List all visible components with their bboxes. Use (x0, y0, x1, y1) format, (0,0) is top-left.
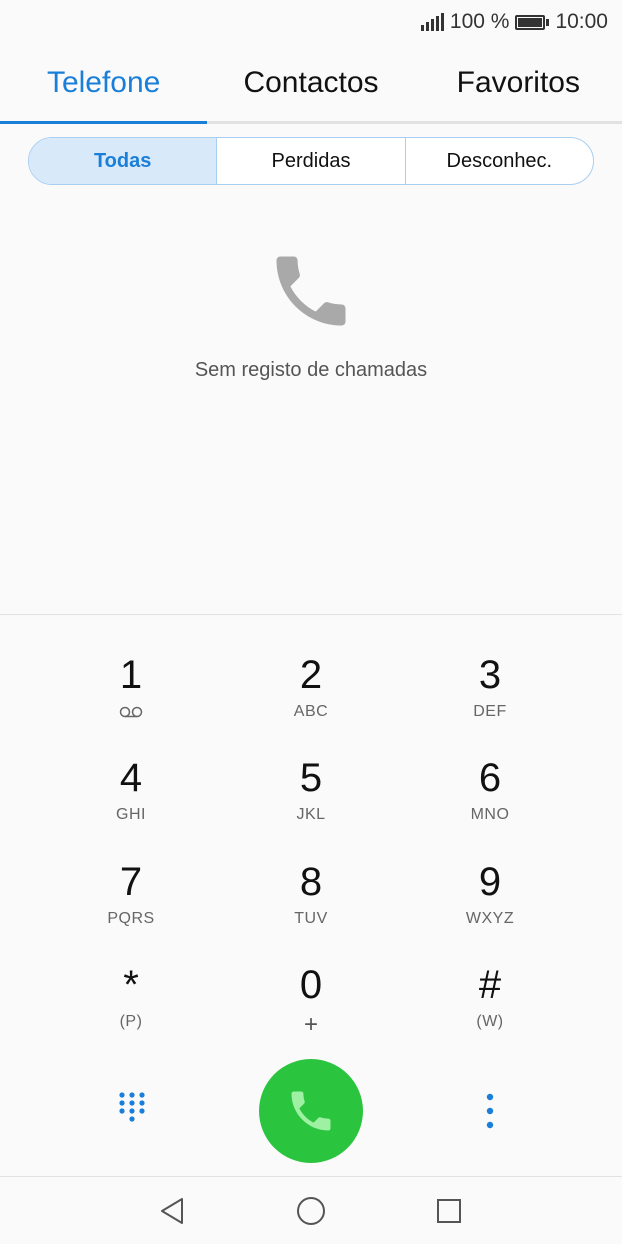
key-9[interactable]: 9 WXYZ (400, 856, 580, 952)
key-digit: # (478, 963, 502, 1007)
key-letters: DEF (473, 703, 507, 720)
call-log-filter: Todas Perdidas Desconhec. (28, 137, 594, 185)
key-letters: (P) (119, 1013, 143, 1030)
key-letters: GHI (116, 806, 146, 823)
key-8[interactable]: 8 TUV (221, 856, 401, 952)
battery-percentage: 100 % (449, 10, 510, 33)
clock: 10:00 (555, 10, 608, 33)
key-6[interactable]: 6 MNO (400, 752, 580, 848)
key-hash[interactable]: # (W) (400, 959, 580, 1055)
key-5[interactable]: 5 JKL (221, 752, 401, 848)
key-letters: WXYZ (465, 910, 515, 927)
key-1[interactable]: 1 (41, 649, 221, 745)
filter-perdidas[interactable]: Perdidas (216, 138, 404, 184)
phone-handset-icon (276, 256, 346, 326)
key-digit: 2 (299, 653, 323, 697)
nav-home-button[interactable] (289, 1191, 333, 1231)
key-digit: * (123, 963, 139, 1007)
more-vertical-icon (486, 1093, 494, 1129)
call-icon (291, 1091, 331, 1131)
key-digit: 4 (119, 756, 143, 800)
key-digit: 7 (119, 860, 143, 904)
filter-desconhecidas[interactable]: Desconhec. (404, 138, 593, 184)
tab-contactos[interactable]: Contactos (207, 44, 414, 121)
key-digit: 8 (299, 860, 323, 904)
empty-call-log: Sem registo de chamadas (0, 245, 622, 382)
system-nav-bar (0, 1176, 622, 1244)
key-digit: 0 (299, 963, 323, 1007)
key-digit: 5 (299, 756, 323, 800)
empty-message: Sem registo de chamadas (194, 359, 428, 381)
dial-keypad: 1 2 ABC 3 DEF 4 GHI 5 JKL 6 MNO 7 PQRS 8… (0, 614, 622, 1176)
key-3[interactable]: 3 DEF (400, 649, 580, 745)
key-digit: 3 (478, 653, 502, 697)
dialpad-toggle-button[interactable] (106, 1089, 158, 1133)
home-circle-icon (297, 1197, 325, 1225)
back-triangle-icon (161, 1198, 183, 1224)
key-0[interactable]: 0 + (221, 959, 401, 1055)
key-letters: ABC (293, 703, 329, 720)
key-4[interactable]: 4 GHI (41, 752, 221, 848)
voicemail-icon (119, 706, 143, 718)
key-7[interactable]: 7 PQRS (41, 856, 221, 952)
key-2[interactable]: 2 ABC (221, 649, 401, 745)
recents-square-icon (437, 1199, 461, 1223)
dialpad-grid-icon (119, 1092, 145, 1122)
key-letters: MNO (470, 806, 510, 823)
filter-todas[interactable]: Todas (29, 138, 217, 184)
battery-full-icon (515, 14, 550, 30)
tab-favoritos[interactable]: Favoritos (415, 44, 622, 121)
key-letters: (W) (476, 1013, 504, 1030)
key-digit: 1 (119, 653, 143, 697)
status-bar: 100 % 10:00 (0, 0, 622, 44)
key-letters: TUV (294, 910, 328, 927)
key-letters: PQRS (107, 910, 155, 927)
call-button[interactable] (259, 1059, 363, 1163)
key-digit: 9 (478, 860, 502, 904)
dialer-actions (0, 1059, 622, 1163)
nav-recents-button[interactable] (427, 1191, 471, 1231)
more-options-button[interactable] (464, 1089, 516, 1133)
tab-bar: Telefone Contactos Favoritos (0, 44, 622, 124)
key-letters: JKL (296, 806, 326, 823)
nav-back-button[interactable] (150, 1191, 194, 1231)
key-star[interactable]: * (P) (41, 959, 221, 1055)
key-letters: + (303, 1011, 318, 1038)
signal-bars-icon (420, 13, 444, 31)
tab-telefone[interactable]: Telefone (0, 44, 208, 124)
key-digit: 6 (478, 756, 502, 800)
